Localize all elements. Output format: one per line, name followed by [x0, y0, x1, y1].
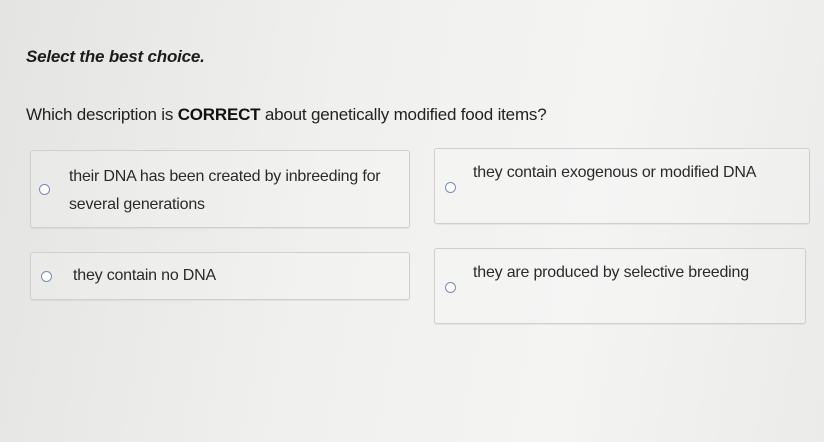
radio-button-a[interactable]: [39, 184, 50, 195]
answer-option-c[interactable]: they contain no DNA: [30, 252, 410, 300]
answer-option-b[interactable]: they contain exogenous or modified DNA: [434, 148, 810, 224]
radio-button-b[interactable]: [445, 182, 456, 193]
instruction-text: Select the best choice.: [26, 47, 205, 66]
answer-option-c-label: they contain no DNA: [73, 267, 216, 284]
answer-option-a-label: their DNA has been created by inbreeding…: [69, 168, 381, 213]
radio-button-c[interactable]: [41, 271, 52, 282]
answer-option-a[interactable]: their DNA has been created by inbreeding…: [30, 150, 410, 228]
question-text: Which description is CORRECT about genet…: [26, 105, 547, 125]
question-prefix: Which description is: [26, 105, 178, 124]
answer-option-d-label: they are produced by selective breeding: [473, 264, 749, 281]
question-suffix: about genetically modified food items?: [260, 105, 547, 124]
answer-option-d[interactable]: they are produced by selective breeding: [434, 248, 806, 324]
question-emphasis: CORRECT: [177, 105, 261, 124]
answer-option-b-label: they contain exogenous or modified DNA: [473, 164, 757, 181]
radio-button-d[interactable]: [445, 282, 456, 293]
